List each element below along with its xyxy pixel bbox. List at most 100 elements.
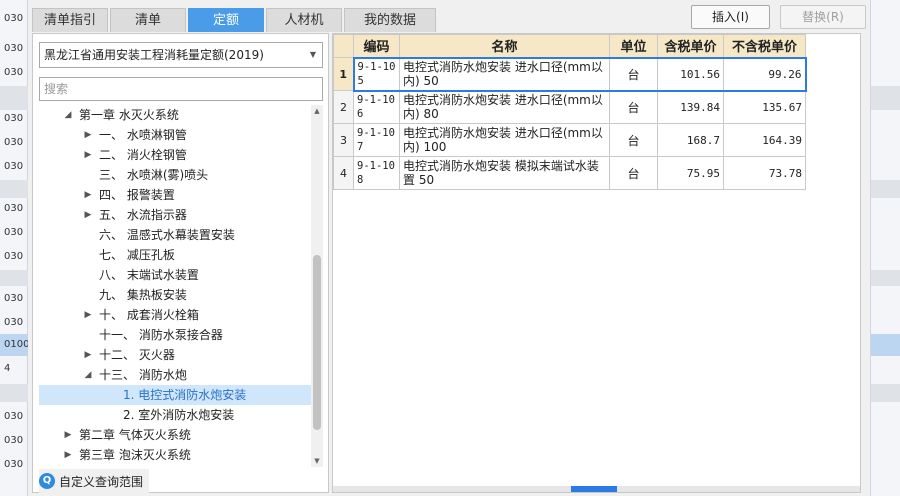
collapsed-triangle-icon[interactable]: ▶: [83, 185, 93, 205]
cell-price-without-tax[interactable]: 73.78: [723, 156, 806, 190]
background-row: 030: [4, 459, 24, 470]
scrollbar-thumb[interactable]: [571, 486, 617, 492]
table-row[interactable]: 3 9-1-107 电控式消防水炮安装 进水口径(mm以内) 100 台 168…: [333, 123, 806, 157]
cell-price-without-tax[interactable]: 135.67: [723, 90, 806, 124]
custom-query-scope-button[interactable]: Q 自定义查询范围: [39, 469, 150, 493]
tab-labor-material-machine[interactable]: 人材机: [266, 8, 342, 32]
tree-item-section-3[interactable]: 三、 水喷淋(雾)喷头: [39, 165, 311, 185]
quota-library-select[interactable]: 黑龙江省通用安装工程消耗量定额(2019) ▼: [39, 42, 323, 68]
insert-button[interactable]: 插入(I): [691, 5, 770, 29]
cell-name[interactable]: 电控式消防水炮安装 进水口径(mm以内) 50: [399, 56, 610, 92]
cell-price-with-tax[interactable]: 168.7: [657, 123, 724, 157]
tree-item-outdoor-water-cannon[interactable]: 2. 室外消防水炮安装: [39, 405, 311, 425]
cell-price-without-tax[interactable]: 164.39: [723, 123, 806, 157]
quota-chapter-tree: ◢ 第一章 水灭火系统 ▶ 一、 水喷淋钢管 ▶ 二、 消火栓钢管 三、 水喷淋…: [39, 105, 311, 465]
table-row[interactable]: 1 9-1-105 电控式消防水炮安装 进水口径(mm以内) 50 台 101.…: [333, 56, 807, 92]
column-header-code[interactable]: 编码: [353, 34, 400, 58]
quota-tree-panel: 黑龙江省通用安装工程消耗量定额(2019) ▼ 搜索 ◢ 第一章 水灭火系统 ▶…: [32, 33, 329, 493]
background-row: 030: [4, 137, 24, 148]
cell-unit[interactable]: 台: [609, 56, 658, 92]
tree-item-label: 四、 报警装置: [99, 188, 175, 202]
quota-table: 编码 名称 单位 含税单价 不含税单价 1 9-1-105 电控式消防水炮安装 …: [333, 34, 807, 190]
cell-price-with-tax[interactable]: 139.84: [657, 90, 724, 124]
cell-price-without-tax[interactable]: 99.26: [723, 56, 807, 92]
tree-item-chapter-1[interactable]: ◢ 第一章 水灭火系统: [39, 105, 311, 125]
cell-name[interactable]: 电控式消防水炮安装 进水口径(mm以内) 100: [399, 123, 610, 157]
cell-code[interactable]: 9-1-108: [353, 156, 400, 190]
background-row: 030: [4, 317, 24, 328]
cell-price-with-tax[interactable]: 75.95: [657, 156, 724, 190]
tree-item-section-1[interactable]: ▶ 一、 水喷淋钢管: [39, 125, 311, 145]
column-header-price-without-tax[interactable]: 不含税单价: [723, 34, 806, 58]
background-row-separator: [0, 86, 28, 110]
tree-item-label: 八、 末端试水装置: [99, 268, 199, 282]
row-number: 1: [333, 57, 354, 91]
collapsed-triangle-icon[interactable]: ▶: [83, 125, 93, 145]
tree-item-section-9[interactable]: 九、 集热板安装: [39, 285, 311, 305]
cell-name[interactable]: 电控式消防水炮安装 模拟末端试水装置 50: [399, 156, 610, 190]
tree-item-section-5[interactable]: ▶ 五、 水流指示器: [39, 205, 311, 225]
cell-code[interactable]: 9-1-105: [352, 56, 400, 92]
cell-unit[interactable]: 台: [609, 90, 658, 124]
tree-item-label: 七、 减压孔板: [99, 248, 175, 262]
tree-item-section-4[interactable]: ▶ 四、 报警装置: [39, 185, 311, 205]
tree-item-label: 十、 成套消火栓箱: [99, 308, 199, 322]
tree-item-electric-water-cannon[interactable]: 1. 电控式消防水炮安装: [39, 385, 311, 405]
tree-item-chapter-3[interactable]: ▶ 第三章 泡沫灭火系统: [39, 445, 311, 465]
scroll-up-icon[interactable]: ▲: [311, 105, 323, 117]
tree-item-section-12[interactable]: ▶ 十二、 灭火器: [39, 345, 311, 365]
tree-item-section-10[interactable]: ▶ 十、 成套消火栓箱: [39, 305, 311, 325]
tree-item-section-7[interactable]: 七、 减压孔板: [39, 245, 311, 265]
background-row: 030: [4, 67, 24, 78]
cell-unit[interactable]: 台: [609, 123, 658, 157]
tree-item-label: 第三章 泡沫灭火系统: [79, 448, 191, 462]
tree-item-section-13[interactable]: ◢ 十三、 消防水炮: [39, 365, 311, 385]
collapsed-triangle-icon[interactable]: ▶: [63, 425, 73, 445]
collapsed-triangle-icon[interactable]: ▶: [83, 345, 93, 365]
table-row[interactable]: 2 9-1-106 电控式消防水炮安装 进水口径(mm以内) 80 台 139.…: [333, 90, 806, 124]
expanded-triangle-icon[interactable]: ◢: [63, 105, 73, 125]
cell-name[interactable]: 电控式消防水炮安装 进水口径(mm以内) 80: [399, 90, 610, 124]
tree-item-label: 一、 水喷淋钢管: [99, 128, 187, 142]
tree-item-section-6[interactable]: 六、 温感式水幕装置安装: [39, 225, 311, 245]
background-row-strip-left: 030 030 030 030 030 030 030 030 030 030 …: [0, 0, 29, 496]
tree-item-label: 二、 消火栓钢管: [99, 148, 187, 162]
tab-list-guide[interactable]: 清单指引: [32, 8, 108, 32]
tab-quota[interactable]: 定额: [188, 8, 264, 32]
search-icon: Q: [39, 473, 55, 489]
tree-item-chapter-2[interactable]: ▶ 第二章 气体灭火系统: [39, 425, 311, 445]
custom-query-scope-label: 自定义查询范围: [59, 474, 144, 489]
expanded-triangle-icon[interactable]: ◢: [83, 365, 93, 385]
cell-code[interactable]: 9-1-106: [353, 90, 400, 124]
tree-item-section-8[interactable]: 八、 末端试水装置: [39, 265, 311, 285]
tree-item-label: 十二、 灭火器: [99, 348, 175, 362]
collapsed-triangle-icon[interactable]: ▶: [63, 445, 73, 465]
tree-scrollbar[interactable]: ▲ ▼: [311, 105, 323, 467]
cell-unit[interactable]: 台: [609, 156, 658, 190]
tree-item-section-11[interactable]: 十一、 消防水泵接合器: [39, 325, 311, 345]
column-header-name[interactable]: 名称: [399, 34, 610, 58]
cell-code[interactable]: 9-1-107: [353, 123, 400, 157]
column-header-price-with-tax[interactable]: 含税单价: [657, 34, 724, 58]
row-number: 4: [333, 156, 354, 190]
background-row-separator: [871, 180, 900, 198]
table-header-row: 编码 名称 单位 含税单价 不含税单价: [333, 34, 806, 58]
collapsed-triangle-icon[interactable]: ▶: [83, 205, 93, 225]
collapsed-triangle-icon[interactable]: ▶: [83, 305, 93, 325]
background-row-separator: [0, 180, 28, 198]
chevron-down-icon: ▼: [309, 50, 316, 59]
replace-button[interactable]: 替换(R): [780, 5, 866, 29]
search-input[interactable]: 搜索: [39, 77, 323, 101]
collapsed-triangle-icon[interactable]: ▶: [83, 145, 93, 165]
horizontal-scrollbar[interactable]: [333, 486, 860, 492]
column-header-unit[interactable]: 单位: [609, 34, 658, 58]
background-row-separator: [871, 270, 900, 286]
scroll-down-icon[interactable]: ▼: [311, 455, 323, 467]
tree-item-section-2[interactable]: ▶ 二、 消火栓钢管: [39, 145, 311, 165]
tab-my-data[interactable]: 我的数据: [344, 8, 436, 32]
background-row: 030: [4, 43, 24, 54]
scrollbar-thumb[interactable]: [313, 255, 321, 430]
cell-price-with-tax[interactable]: 101.56: [657, 56, 724, 92]
tab-list[interactable]: 清单: [110, 8, 186, 32]
table-row[interactable]: 4 9-1-108 电控式消防水炮安装 模拟末端试水装置 50 台 75.95 …: [333, 156, 806, 190]
